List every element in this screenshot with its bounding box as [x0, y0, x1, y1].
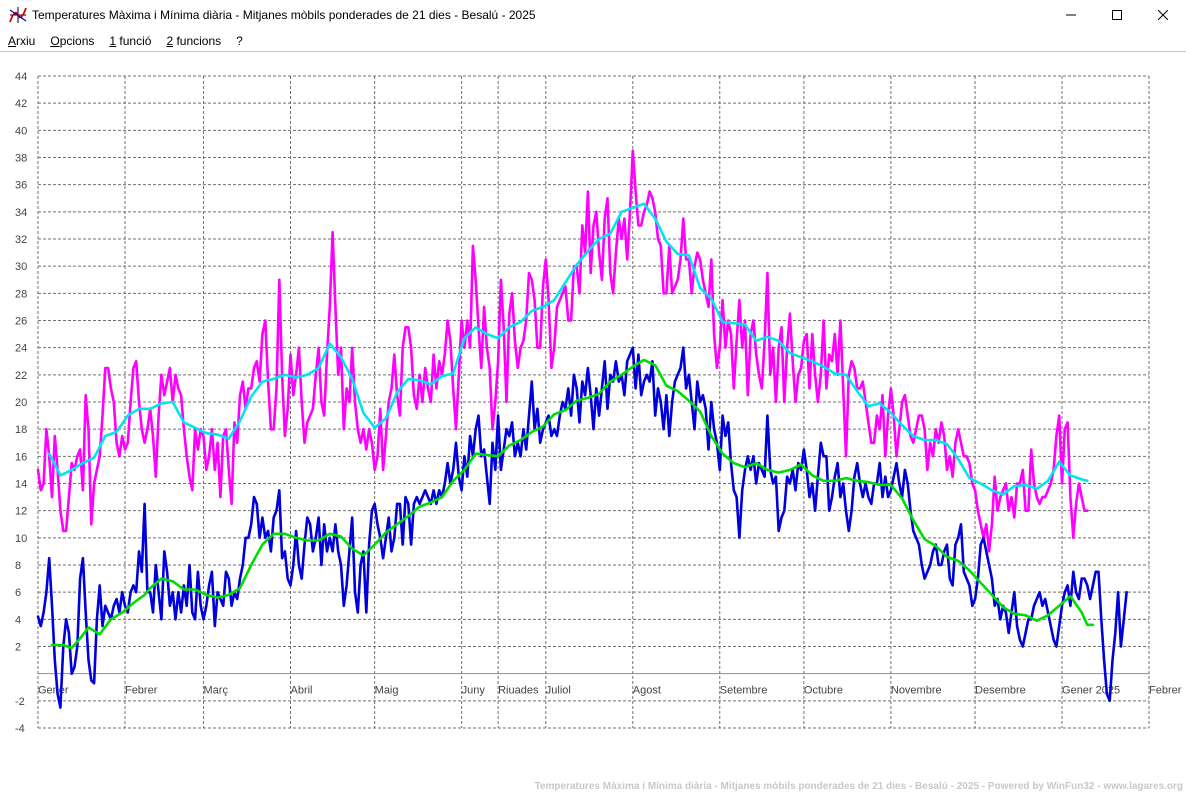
- y-tick-label: 12: [15, 506, 27, 518]
- x-tick-label: Agost: [633, 685, 661, 697]
- footer-credit: Temperatures Màxima i Mínima diària - Mi…: [535, 781, 1183, 792]
- minimize-icon: [1066, 14, 1076, 16]
- y-tick-label: 10: [15, 533, 27, 545]
- close-button[interactable]: [1140, 0, 1186, 30]
- y-tick-label: 24: [15, 343, 27, 355]
- title-bar: Temperatures Màxima i Mínima diària - Mi…: [0, 0, 1186, 30]
- y-tick-label: 44: [15, 71, 27, 83]
- chart-area: -4 -2 2 4 6 8 10 12 14 16 18 20 22 24 26 28 30 32 34 36 38 40…: [0, 51, 1186, 793]
- y-tick-label: 4: [15, 614, 21, 626]
- minimize-button[interactable]: [1048, 0, 1094, 30]
- y-tick-label: 16: [15, 451, 27, 463]
- maximize-button[interactable]: [1094, 0, 1140, 30]
- y-tick-label: 38: [15, 153, 27, 165]
- x-tick-label: Febrer: [125, 685, 158, 697]
- x-tick-label: Febrer: [1149, 685, 1182, 697]
- window-title: Temperatures Màxima i Mínima diària - Mi…: [32, 8, 536, 22]
- menu-help[interactable]: ?: [228, 34, 250, 48]
- x-tick-label: Març: [204, 685, 229, 697]
- y-tick-label: 26: [15, 316, 27, 328]
- menu-opcions[interactable]: Opcions: [42, 34, 101, 48]
- y-tick-label: 42: [15, 98, 27, 110]
- menu-bar: Arxiu Opcions 1 funció 2 funcions ?: [0, 30, 1186, 51]
- y-tick-label: 14: [15, 479, 27, 491]
- y-tick-label: 8: [15, 560, 21, 572]
- x-tick-label: Desembre: [975, 685, 1026, 697]
- x-tick-label: Setembre: [720, 685, 768, 697]
- app-icon: [9, 7, 27, 23]
- x-axis-tick-labels: Gener Febrer Març Abril Maig Juny Riuades Julio…: [38, 685, 1182, 697]
- y-tick-label: 18: [15, 424, 27, 436]
- x-tick-label: Maig: [375, 685, 399, 697]
- series-line-3: [50, 358, 1095, 650]
- y-tick-label: -2: [15, 696, 25, 708]
- close-icon: [1158, 10, 1168, 20]
- x-tick-label: Abril: [291, 685, 313, 697]
- y-axis-tick-labels: -4-2246810121416182022242628303234363840…: [15, 71, 27, 735]
- y-tick-label: 30: [15, 261, 27, 273]
- y-tick-label: 36: [15, 180, 27, 192]
- temperature-chart: -4-2246810121416182022242628303234363840…: [15, 71, 1183, 792]
- x-tick-label: Juliol: [546, 685, 571, 697]
- menu-2-funcions[interactable]: 2 funcions: [158, 34, 228, 48]
- x-tick-label: Novembre: [891, 685, 942, 697]
- menu-1-funcio[interactable]: 1 funció: [101, 34, 158, 48]
- y-tick-label: 20: [15, 397, 27, 409]
- x-tick-label: Riuades: [498, 685, 539, 697]
- y-tick-label: 2: [15, 642, 21, 654]
- x-tick-label: Octubre: [804, 685, 843, 697]
- menu-arxiu[interactable]: Arxiu: [0, 34, 42, 48]
- y-tick-label: 40: [15, 125, 27, 137]
- y-tick-label: 32: [15, 234, 27, 246]
- series-line-0: [36, 149, 1089, 553]
- y-tick-label: 22: [15, 370, 27, 382]
- y-tick-label: 28: [15, 288, 27, 300]
- y-tick-label: 6: [15, 587, 21, 599]
- y-tick-label: -4: [15, 723, 25, 735]
- grid: [37, 75, 1150, 729]
- x-tick-label: Gener: [38, 685, 69, 697]
- window-controls: [1048, 0, 1186, 30]
- maximize-icon: [1112, 10, 1122, 20]
- y-tick-label: 34: [15, 207, 27, 219]
- x-tick-label: Juny: [462, 685, 486, 697]
